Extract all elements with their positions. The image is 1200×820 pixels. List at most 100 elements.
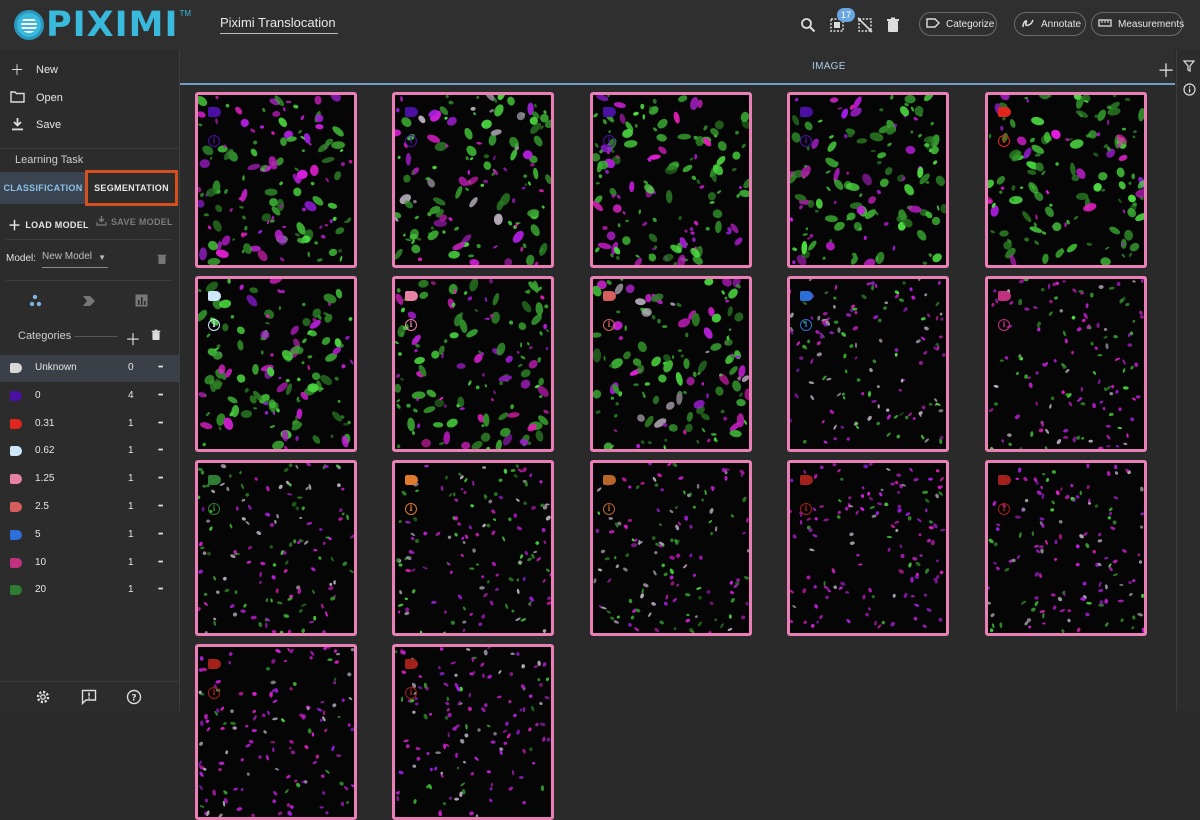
category-item[interactable]: 0.31 1 ••• bbox=[0, 411, 179, 438]
info-icon[interactable]: i bbox=[998, 503, 1010, 515]
info-icon[interactable]: i bbox=[405, 503, 417, 515]
load-model-button[interactable]: ＋ LOAD MODEL bbox=[8, 215, 89, 234]
info-icon[interactable]: i bbox=[208, 135, 220, 147]
info-icon[interactable]: i bbox=[603, 503, 615, 515]
info-icon[interactable]: i bbox=[208, 687, 220, 699]
info-icon[interactable]: i bbox=[405, 135, 417, 147]
label-icon[interactable] bbox=[82, 295, 96, 310]
category-count: 1 bbox=[128, 445, 134, 457]
new-menu-item[interactable]: ＋ New bbox=[10, 60, 58, 80]
image-thumbnail[interactable]: i bbox=[590, 276, 752, 452]
category-item[interactable]: 20 1 ••• bbox=[0, 577, 179, 604]
fluorescence-image bbox=[593, 463, 749, 633]
plus-icon: ＋ bbox=[10, 62, 24, 78]
category-tag-icon bbox=[208, 659, 221, 669]
info-icon[interactable]: i bbox=[800, 135, 812, 147]
category-name: 1.25 bbox=[35, 473, 55, 485]
image-thumbnail[interactable]: i bbox=[195, 644, 357, 820]
plus-icon: ＋ bbox=[8, 218, 22, 233]
image-thumbnail[interactable]: i bbox=[985, 276, 1147, 452]
more-options-icon[interactable]: ••• bbox=[158, 475, 163, 482]
logo-mark-icon bbox=[14, 10, 44, 40]
image-thumbnail[interactable]: i bbox=[590, 460, 752, 636]
info-icon[interactable]: i bbox=[800, 319, 812, 331]
category-item[interactable]: 1.25 1 ••• bbox=[0, 466, 179, 493]
info-icon[interactable]: i bbox=[800, 503, 812, 515]
delete-model-icon[interactable] bbox=[157, 253, 167, 268]
image-thumbnail[interactable]: i bbox=[195, 276, 357, 452]
settings-icon[interactable] bbox=[34, 688, 52, 706]
categorize-button[interactable]: Categorize bbox=[919, 12, 997, 36]
more-options-icon[interactable]: ••• bbox=[158, 447, 163, 454]
info-icon[interactable]: i bbox=[603, 135, 615, 147]
category-tag-icon bbox=[10, 446, 22, 457]
image-thumbnail[interactable]: i bbox=[195, 92, 357, 268]
info-icon[interactable] bbox=[1182, 83, 1196, 97]
add-tab-icon[interactable]: ＋ bbox=[1157, 57, 1175, 83]
info-icon[interactable]: i bbox=[208, 503, 220, 515]
info-icon[interactable]: i bbox=[998, 319, 1010, 331]
delete-icon[interactable] bbox=[884, 16, 902, 34]
annotate-button[interactable]: Annotate bbox=[1014, 12, 1086, 36]
feedback-icon[interactable] bbox=[80, 688, 98, 706]
scatter-icon[interactable] bbox=[29, 294, 43, 311]
category-item[interactable]: 0 4 ••• bbox=[0, 383, 179, 410]
more-options-icon[interactable]: ••• bbox=[158, 503, 163, 510]
more-options-icon[interactable]: ••• bbox=[158, 586, 163, 593]
image-thumbnail[interactable]: i bbox=[590, 92, 752, 268]
help-icon[interactable]: ? bbox=[125, 688, 143, 706]
category-tag-icon bbox=[998, 107, 1011, 117]
category-item[interactable]: Unknown 0 ••• bbox=[0, 355, 179, 382]
category-tag-icon bbox=[10, 585, 22, 596]
more-options-icon[interactable]: ••• bbox=[158, 420, 163, 427]
project-name-input[interactable]: Piximi Translocation Tu bbox=[220, 15, 338, 34]
open-menu-item[interactable]: Open bbox=[10, 88, 63, 108]
image-thumbnail[interactable]: i bbox=[985, 460, 1147, 636]
category-count: 4 bbox=[128, 389, 134, 401]
category-tag-icon bbox=[800, 475, 813, 485]
tab-image[interactable]: IMAGE bbox=[812, 61, 846, 72]
image-thumbnail[interactable]: i bbox=[787, 460, 949, 636]
info-icon[interactable]: i bbox=[998, 135, 1010, 147]
image-thumbnail[interactable]: i bbox=[787, 276, 949, 452]
measurements-button[interactable]: Measurements bbox=[1091, 12, 1185, 36]
learning-task-title: Learning Task bbox=[15, 154, 84, 166]
save-model-button[interactable]: SAVE MODEL bbox=[96, 215, 173, 228]
category-name: 10 bbox=[35, 556, 47, 568]
category-item[interactable]: 2.5 1 ••• bbox=[0, 494, 179, 521]
category-item[interactable]: 10 1 ••• bbox=[0, 550, 179, 577]
bar-chart-icon[interactable] bbox=[135, 294, 148, 310]
image-thumbnail[interactable]: i bbox=[392, 644, 554, 820]
save-menu-item[interactable]: Save bbox=[10, 115, 61, 135]
more-options-icon[interactable]: ••• bbox=[158, 364, 163, 371]
deselect-icon[interactable] bbox=[856, 16, 874, 34]
category-count: 0 bbox=[128, 362, 134, 373]
image-thumbnail[interactable]: i bbox=[195, 460, 357, 636]
info-icon[interactable]: i bbox=[208, 319, 220, 331]
image-thumbnail[interactable]: i bbox=[985, 92, 1147, 268]
category-item[interactable]: 5 1 ••• bbox=[0, 522, 179, 549]
more-options-icon[interactable]: ••• bbox=[158, 392, 163, 399]
image-thumbnail[interactable]: i bbox=[787, 92, 949, 268]
fluorescence-image bbox=[198, 647, 354, 817]
info-icon[interactable]: i bbox=[405, 319, 417, 331]
category-count: 1 bbox=[128, 556, 134, 568]
model-select[interactable]: New Model ▼ bbox=[42, 251, 108, 268]
info-icon[interactable]: i bbox=[603, 319, 615, 331]
classification-tab[interactable]: CLASSIFICATION bbox=[0, 172, 86, 204]
model-label: Model: bbox=[6, 253, 37, 264]
more-options-icon[interactable]: ••• bbox=[158, 559, 163, 566]
image-thumbnail[interactable]: i bbox=[392, 92, 554, 268]
delete-categories-icon[interactable] bbox=[151, 329, 161, 344]
top-bar: PIXIMI TM Piximi Translocation Tu 17 Cat… bbox=[0, 0, 1200, 50]
zoom-icon[interactable] bbox=[799, 16, 817, 34]
more-options-icon[interactable]: ••• bbox=[158, 531, 163, 538]
image-thumbnail[interactable]: i bbox=[392, 460, 554, 636]
measurements-label: Measurements bbox=[1118, 18, 1185, 30]
category-item[interactable]: 0.62 1 ••• bbox=[0, 438, 179, 465]
add-category-icon[interactable]: ＋ bbox=[125, 326, 141, 350]
filter-icon[interactable] bbox=[1182, 60, 1196, 74]
image-thumbnail[interactable]: i bbox=[392, 276, 554, 452]
segmentation-tab[interactable]: SEGMENTATION bbox=[85, 170, 178, 206]
info-icon[interactable]: i bbox=[405, 687, 417, 699]
